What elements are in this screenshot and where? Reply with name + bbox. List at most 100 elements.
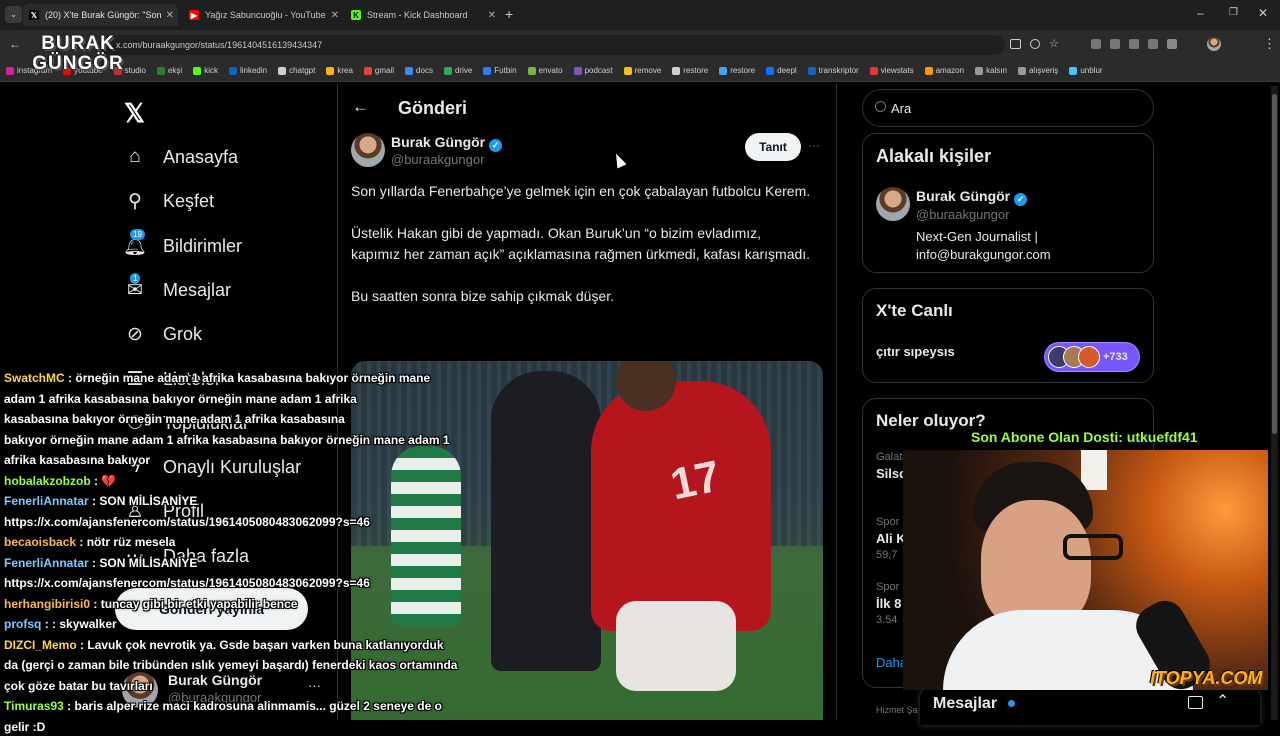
person-avatar[interactable] bbox=[876, 187, 910, 221]
nav-item-search[interactable]: ⚲ Keşfet bbox=[124, 190, 214, 212]
chat-message: : tuncay gibi bir etki yapabilir bence bbox=[93, 596, 298, 611]
bookmark-item[interactable]: linkedin bbox=[228, 66, 267, 75]
tab-3[interactable]: K Stream - Kick Dashboard ✕ bbox=[345, 4, 500, 26]
back-icon[interactable]: ← bbox=[9, 37, 21, 51]
new-tab-button[interactable]: + bbox=[505, 6, 513, 22]
bookmark-item[interactable]: restore bbox=[719, 66, 755, 75]
minimize-button[interactable]: – bbox=[1197, 6, 1204, 20]
chat-message: : nötr rüz mesela bbox=[79, 535, 176, 549]
bookmark-item[interactable]: docs bbox=[405, 66, 433, 75]
trend-item[interactable]: Spor Ali K 59,7 bbox=[876, 516, 906, 561]
post-more-icon[interactable]: ··· bbox=[808, 138, 820, 152]
player-green-stripe bbox=[391, 446, 461, 626]
bookmark-item[interactable]: gmail bbox=[363, 66, 394, 75]
person-name[interactable]: Burak Güngör bbox=[916, 188, 1010, 204]
chat-line: DIZCI_Memo : Lavuk çok nevrotik ya. Gsde… bbox=[4, 636, 444, 654]
bookmark-item[interactable]: chatgpt bbox=[278, 66, 315, 75]
post-author-avatar[interactable] bbox=[351, 133, 385, 167]
install-icon[interactable] bbox=[1010, 39, 1021, 49]
nav-label: Bildirimler bbox=[163, 235, 243, 256]
tab-2[interactable]: ▶ Yağız Sabuncuoğlu - YouTube ✕ bbox=[183, 4, 343, 26]
nav-item-mail[interactable]: ✉ 1 Mesajlar bbox=[124, 273, 232, 301]
bookmark-icon bbox=[672, 66, 681, 75]
tab-list-button[interactable]: ⌄ bbox=[5, 6, 22, 23]
close-window-button[interactable]: ✕ bbox=[1258, 6, 1268, 20]
bookmark-item[interactable]: transkriptor bbox=[807, 66, 859, 75]
extension-icon[interactable] bbox=[1147, 39, 1158, 49]
bookmark-item[interactable]: unblur bbox=[1069, 66, 1103, 75]
bookmark-item[interactable]: alışveriş bbox=[1017, 66, 1059, 75]
scrollbar-thumb[interactable] bbox=[1272, 94, 1277, 434]
tab-1[interactable]: 𝕏 (20) X'te Burak Güngör: "Son yı ✕ bbox=[23, 4, 178, 26]
search-box[interactable]: Ara bbox=[862, 89, 1154, 127]
post-author-handle[interactable]: @buraakgungor bbox=[391, 152, 484, 167]
bookmark-label: docs bbox=[416, 66, 433, 75]
verified-icon: ✓ bbox=[1014, 193, 1028, 206]
nav-label: Onaylı Kuruluşlar bbox=[163, 456, 302, 477]
chat-line: bakıyor örneğin mane adam 1 afrika kasab… bbox=[4, 431, 450, 449]
bookmark-label: alışveriş bbox=[1028, 66, 1059, 75]
menu-icon[interactable]: ⋮ bbox=[1263, 36, 1276, 52]
zoom-icon[interactable] bbox=[1030, 39, 1040, 49]
scrollbar[interactable] bbox=[1271, 86, 1278, 720]
home-icon: ⌂ bbox=[129, 146, 141, 167]
relevant-people-card: Alakalı kişiler Burak Güngör ✓ @buraakgun… bbox=[862, 133, 1154, 273]
extension-icon[interactable] bbox=[1128, 39, 1139, 49]
post-author[interactable]: Burak Güngör ✓ bbox=[391, 134, 503, 152]
bookmark-label: envato bbox=[538, 66, 563, 75]
extension-icon[interactable] bbox=[1109, 39, 1120, 49]
live-space-title[interactable]: çıtır sıpeysıs bbox=[876, 344, 955, 359]
account-more-icon[interactable]: ··· bbox=[308, 678, 321, 693]
bookmark-item[interactable]: Futbin bbox=[483, 66, 517, 75]
follow-button[interactable]: Tanıt bbox=[745, 133, 801, 161]
tab-title: Yağız Sabuncuoğlu - YouTube bbox=[205, 10, 326, 20]
profile-avatar[interactable] bbox=[1206, 37, 1221, 51]
chat-line: FenerliAnnatar : SON MİLİSANİYE bbox=[4, 554, 197, 572]
bookmark-item[interactable]: podcast bbox=[573, 66, 613, 75]
back-arrow-icon[interactable]: ← bbox=[352, 97, 369, 117]
url-field[interactable]: x.com/buraakgungor/status/19614045161394… bbox=[100, 35, 1005, 55]
x-logo-icon[interactable]: 𝕏 bbox=[124, 98, 145, 129]
bookmark-item[interactable]: kalsın bbox=[975, 66, 1007, 75]
maximize-button[interactable]: ❐ bbox=[1229, 7, 1238, 18]
chat-line: becaoisback : nötr rüz mesela bbox=[4, 533, 175, 551]
bookmark-item[interactable]: ekşi bbox=[156, 66, 182, 75]
extension-icon[interactable] bbox=[1090, 39, 1101, 49]
bookmark-item[interactable]: kick bbox=[193, 66, 218, 75]
nav-item-bell[interactable]: 🔔︎ 19 Bildirimler bbox=[123, 229, 243, 257]
bookmark-item[interactable]: deepl bbox=[766, 66, 797, 75]
bookmark-item[interactable]: amazon bbox=[924, 66, 964, 75]
last-subscriber-banner: Son Abone Olan Dosti: utkuefdf41 bbox=[971, 429, 1198, 445]
footer-link[interactable]: Hizmet Şa bbox=[876, 705, 918, 715]
trends-title: Neler oluyor? bbox=[876, 411, 986, 430]
nav-item-grok[interactable]: ⊘ Grok bbox=[124, 323, 202, 345]
bookmark-item[interactable]: drive bbox=[443, 66, 472, 75]
bookmark-item[interactable]: remove bbox=[623, 66, 661, 75]
new-message-icon[interactable] bbox=[1188, 696, 1203, 709]
nav-item-home[interactable]: ⌂ Anasayfa bbox=[124, 146, 238, 168]
expand-icon[interactable]: ⌃ bbox=[1216, 691, 1229, 711]
chat-message: : 💔 bbox=[94, 473, 117, 488]
chat-line: herhangibirisi0 : tuncay gibi bir etki y… bbox=[4, 595, 297, 613]
messages-drawer[interactable]: Mesajlar ⌃ bbox=[920, 685, 1260, 725]
post-author-name[interactable]: Burak Güngör bbox=[391, 134, 485, 150]
live-listeners[interactable]: +733 bbox=[1044, 342, 1140, 372]
puzzle-icon[interactable] bbox=[1166, 39, 1177, 49]
chat-username: hobalakzobzob bbox=[4, 473, 91, 488]
nav-item-lightning[interactable]: ϟ Onaylı Kuruluşlar bbox=[124, 456, 301, 478]
close-tab-icon[interactable]: ✕ bbox=[331, 10, 339, 21]
person-name-row[interactable]: Burak Güngör ✓ bbox=[916, 188, 1028, 206]
nav-label: Mesajlar bbox=[163, 279, 232, 300]
bookmark-item[interactable]: restore bbox=[672, 66, 708, 75]
bookmark-star-icon[interactable]: ☆ bbox=[1049, 39, 1059, 51]
trend-meta: 3.54 bbox=[876, 614, 898, 626]
trend-item[interactable]: Spor İlk 8 3.54 bbox=[876, 581, 901, 626]
close-tab-icon[interactable]: ✕ bbox=[166, 10, 174, 21]
search-icon: ⚲ bbox=[128, 190, 142, 212]
bookmark-item[interactable]: viewstats bbox=[869, 66, 914, 75]
bookmark-item[interactable]: envato bbox=[527, 66, 563, 75]
close-tab-icon[interactable]: ✕ bbox=[488, 10, 496, 21]
chat-line: hobalakzobzob : 💔 bbox=[4, 472, 116, 490]
bookmark-label: restore bbox=[683, 66, 709, 75]
bookmark-item[interactable]: krea bbox=[326, 66, 353, 75]
